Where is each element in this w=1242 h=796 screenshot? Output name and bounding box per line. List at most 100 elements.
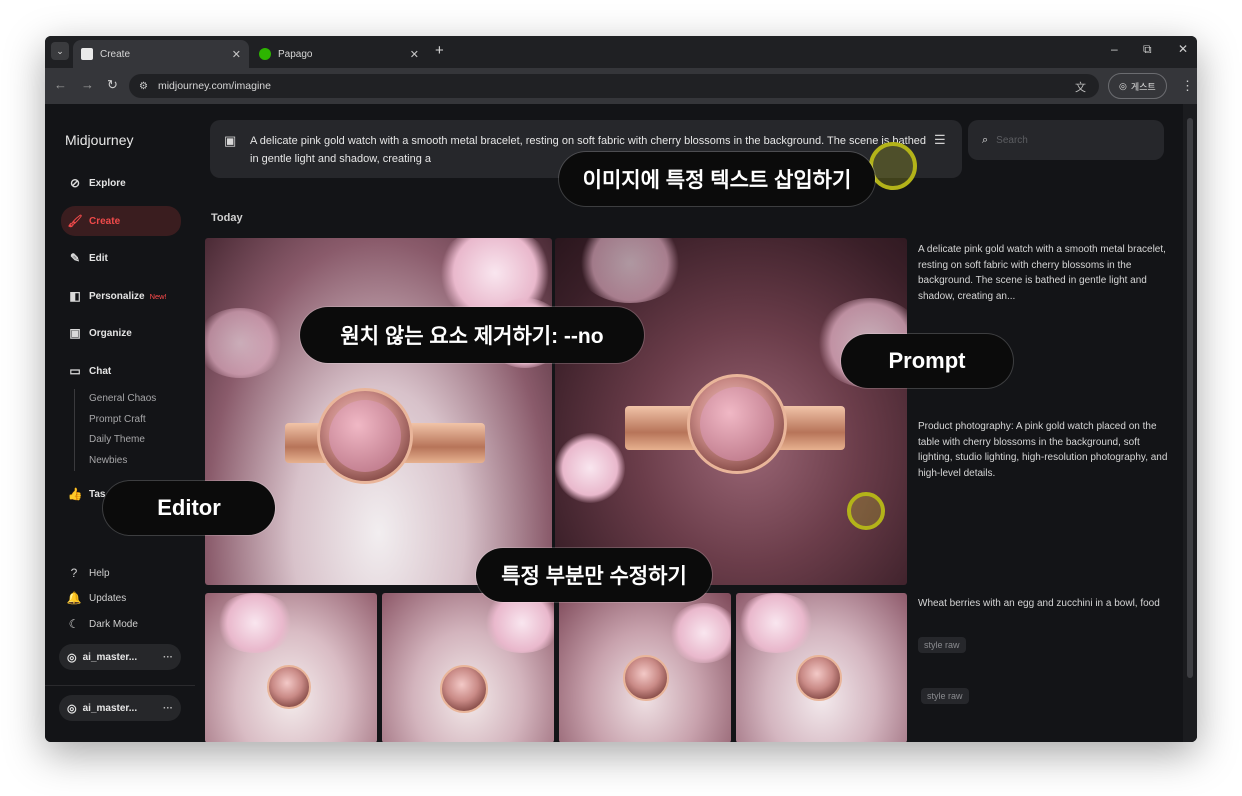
- close-window-button[interactable]: ✕: [1178, 42, 1188, 56]
- moon-icon: ☾: [68, 617, 80, 631]
- sidebar-item-label: Tas: [89, 488, 106, 500]
- tab-papago[interactable]: Papago ✕: [251, 40, 427, 68]
- sidebar-item-explore[interactable]: ⊘ Explore: [61, 168, 181, 198]
- sidebar-item-label: Edit: [89, 252, 108, 264]
- sidebar-item-label: Personalize: [89, 290, 145, 302]
- blossom: [575, 238, 685, 303]
- thumbs-up-icon: 👍: [67, 487, 83, 501]
- tab-create[interactable]: Create ✕: [73, 40, 249, 68]
- sidebar-item-organize[interactable]: ▣ Organize: [61, 318, 181, 348]
- image-icon: ▣: [69, 326, 81, 340]
- generated-image[interactable]: [555, 238, 907, 585]
- sidebar-item-label: Dark Mode: [89, 618, 138, 630]
- browser-menu-icon[interactable]: ⋮: [1181, 78, 1194, 94]
- search-input[interactable]: [996, 134, 1147, 146]
- chat-room-newbies[interactable]: Newbies: [89, 451, 156, 472]
- generated-image[interactable]: [559, 593, 731, 742]
- image-description[interactable]: A delicate pink gold watch with a smooth…: [918, 242, 1168, 304]
- translate-icon[interactable]: 文: [1075, 79, 1086, 95]
- chat-room-general-chaos[interactable]: General Chaos: [89, 389, 156, 410]
- blossom: [555, 433, 625, 503]
- scroll-thumb[interactable]: [1187, 118, 1193, 678]
- account-name: ai_master...: [82, 702, 138, 714]
- search-box[interactable]: ⌕: [968, 120, 1164, 160]
- address-bar[interactable]: ⚙ midjourney.com/imagine: [129, 74, 1099, 98]
- cursor-highlight: [869, 142, 917, 190]
- cursor-highlight: [847, 492, 885, 530]
- watch: [267, 665, 311, 709]
- url-text[interactable]: midjourney.com/imagine: [158, 80, 271, 92]
- more-icon[interactable]: ···: [163, 652, 173, 663]
- callout-remove-elements: 원치 않는 요소 제거하기: --no: [300, 307, 644, 363]
- tab-search-button[interactable]: ⌄: [51, 42, 69, 60]
- browser-window: ⌄ Create ✕ Papago ✕ + – ⧉ ✕ ← → ↻ ⚙ midj…: [45, 36, 1197, 742]
- tab-title: Papago: [278, 48, 313, 60]
- sidebar-item-help[interactable]: ? Help: [65, 566, 110, 580]
- divider: [45, 685, 195, 686]
- browser-toolbar: ← → ↻ ⚙ midjourney.com/imagine 文 ◎ 게스트 ⋮: [45, 68, 1197, 104]
- sidebar-item-dark-mode[interactable]: ☾ Dark Mode: [65, 617, 138, 631]
- sidebar-item-create[interactable]: 🖌 Create: [61, 206, 181, 236]
- search-icon: ⌕: [982, 133, 989, 146]
- style-tag[interactable]: style raw: [921, 688, 969, 704]
- profile-button[interactable]: ◎ 게스트: [1108, 73, 1167, 99]
- sidebar-item-updates[interactable]: 🔔 Updates: [65, 591, 127, 605]
- bell-icon: 🔔: [66, 591, 82, 605]
- sliders-icon[interactable]: ☰: [934, 132, 946, 148]
- style-tag[interactable]: style raw: [918, 637, 966, 653]
- brush-icon: 🖌: [67, 214, 83, 228]
- site-settings-icon[interactable]: ⚙: [139, 81, 148, 92]
- image-upload-icon[interactable]: ▣: [224, 133, 236, 149]
- blossom: [215, 593, 295, 653]
- account-button[interactable]: ◎ ai_master... ···: [59, 644, 181, 670]
- blossom: [482, 593, 554, 653]
- scrollbar[interactable]: [1183, 104, 1197, 742]
- image-description[interactable]: Product photography: A pink gold watch p…: [918, 419, 1168, 481]
- sidebar-item-label: Updates: [89, 592, 127, 604]
- close-tab-icon[interactable]: ✕: [232, 48, 241, 61]
- sidebar-item-label: Organize: [89, 327, 132, 339]
- guest-label: 게스트: [1130, 81, 1156, 92]
- new-badge: New!: [149, 291, 167, 301]
- sidebar-item-label: Explore: [89, 177, 126, 189]
- generated-image[interactable]: [736, 593, 907, 742]
- compass-icon: ⊘: [69, 176, 81, 190]
- watch-dial: [700, 387, 774, 461]
- brand-logo[interactable]: Midjourney: [65, 132, 133, 148]
- sidebar-item-label: Chat: [89, 365, 112, 377]
- restore-button[interactable]: ⧉: [1143, 42, 1152, 57]
- minimize-button[interactable]: –: [1111, 42, 1118, 56]
- chat-room-daily-theme[interactable]: Daily Theme: [89, 430, 156, 451]
- chat-room-prompt-craft[interactable]: Prompt Craft: [89, 410, 156, 431]
- blossom: [669, 603, 731, 663]
- more-icon[interactable]: ···: [163, 703, 173, 714]
- blossom: [205, 308, 285, 378]
- sidebar-item-label: Create: [89, 215, 121, 227]
- sidebar-item-label: Help: [89, 567, 110, 579]
- new-tab-button[interactable]: +: [435, 42, 444, 59]
- sidebar-item-edit[interactable]: ✎ Edit: [61, 243, 181, 273]
- forward-button[interactable]: →: [81, 77, 94, 92]
- generated-image[interactable]: [382, 593, 554, 742]
- back-button[interactable]: ←: [54, 77, 67, 92]
- sidebar-item-chat[interactable]: ▭ Chat: [61, 356, 181, 386]
- watch: [796, 655, 842, 701]
- papago-favicon-icon: [259, 48, 271, 60]
- watch-dial: [329, 400, 401, 472]
- callout-prompt: Prompt: [841, 334, 1013, 388]
- chevron-down-icon: ⌄: [56, 45, 64, 56]
- account-button[interactable]: ◎ ai_master... ···: [59, 695, 181, 721]
- callout-insert-text: 이미지에 특정 텍스트 삽입하기: [559, 152, 875, 206]
- reload-button[interactable]: ↻: [107, 77, 118, 93]
- close-tab-icon[interactable]: ✕: [410, 48, 419, 61]
- callout-editor: Editor: [103, 481, 275, 535]
- generated-image[interactable]: [205, 593, 377, 742]
- user-circle-icon: ◎: [1119, 80, 1127, 91]
- watch: [440, 665, 488, 713]
- sidebar-item-personalize[interactable]: ◧ Personalize New!: [61, 281, 181, 311]
- image-description[interactable]: Wheat berries with an egg and zucchini i…: [918, 596, 1168, 612]
- callout-edit-part: 특정 부분만 수정하기: [476, 548, 712, 602]
- chat-room-list: General Chaos Prompt Craft Daily Theme N…: [74, 389, 156, 471]
- account-name: ai_master...: [82, 651, 138, 663]
- sidebar: Midjourney ⊘ Explore 🖌 Create ✎ Edit ◧ P…: [45, 104, 195, 742]
